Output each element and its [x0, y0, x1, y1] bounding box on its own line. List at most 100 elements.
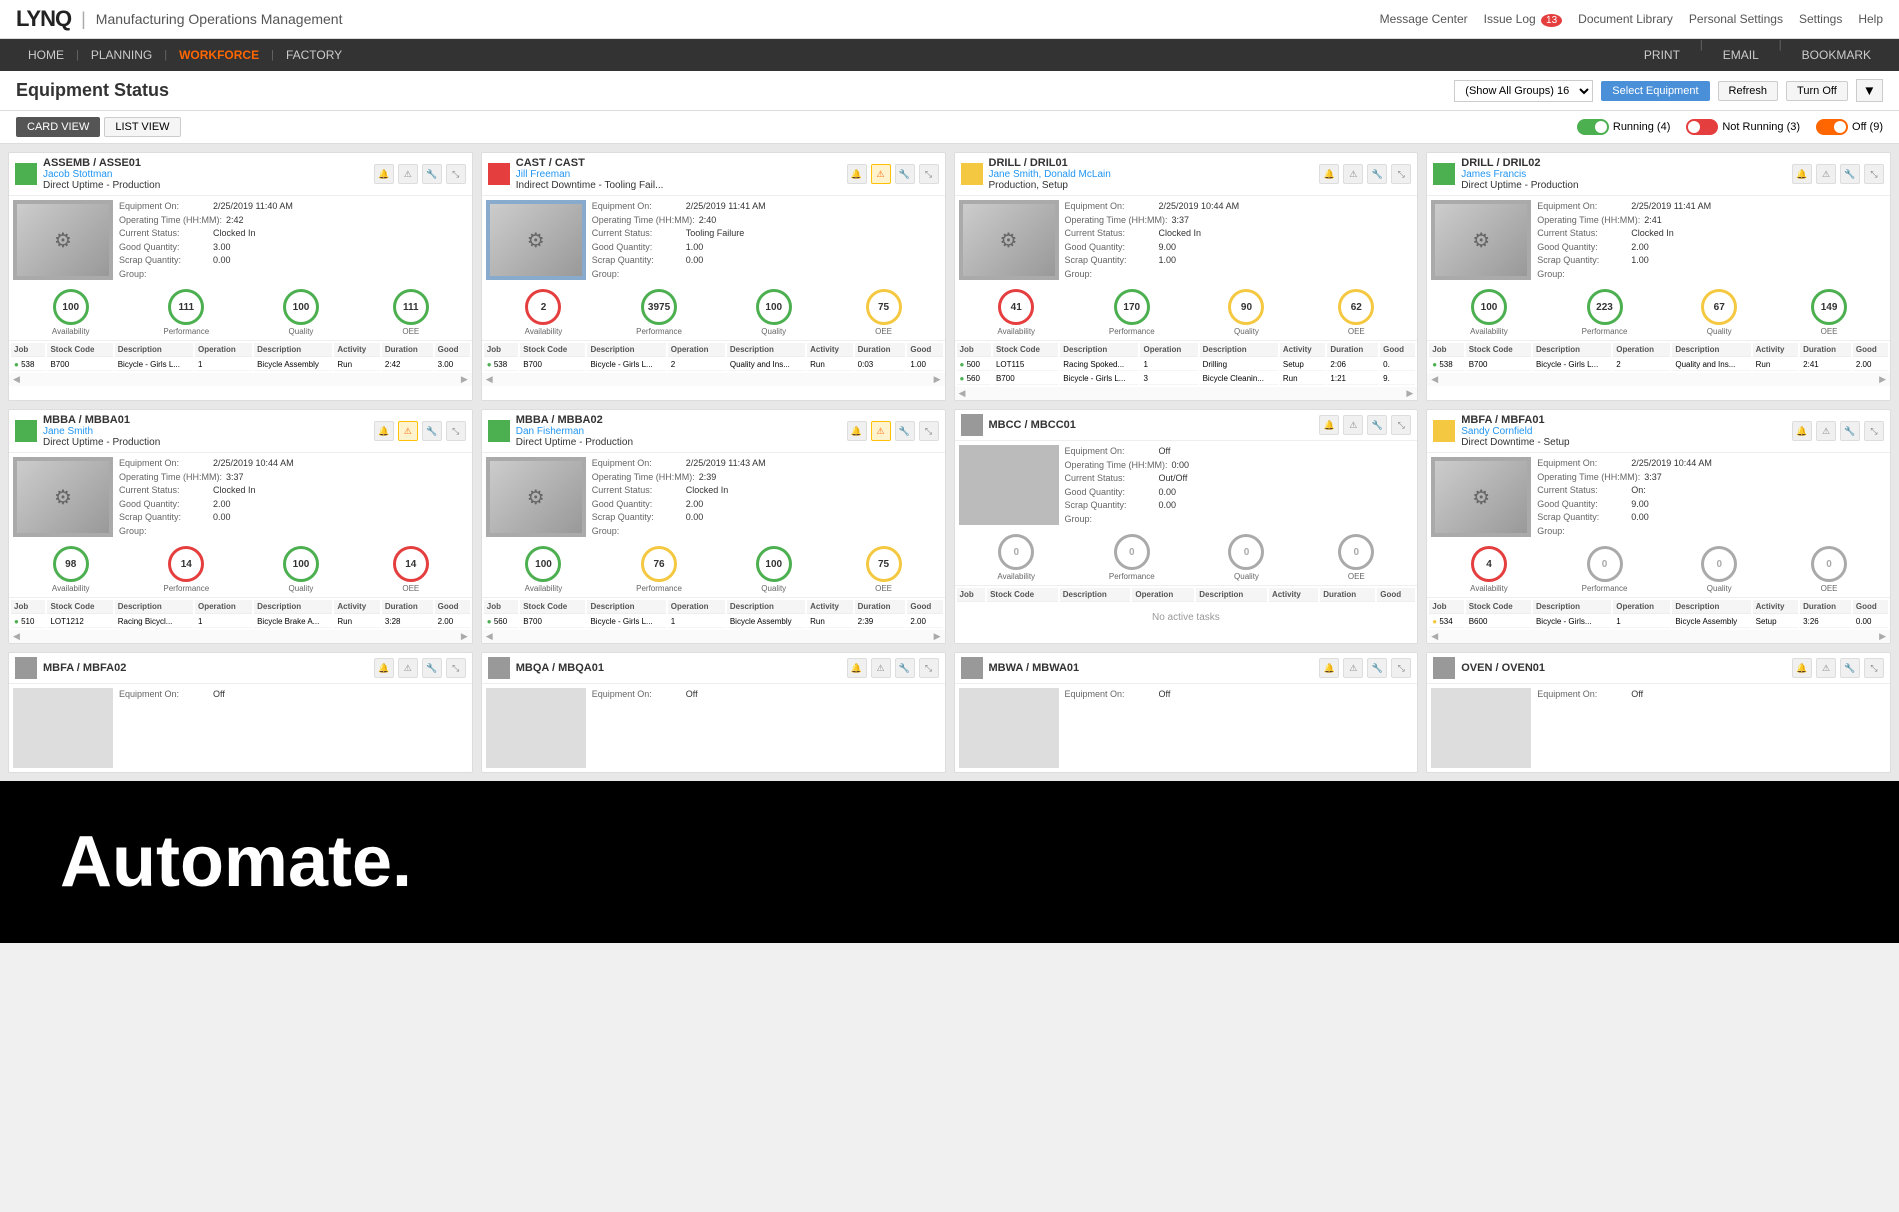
alert-icon[interactable]: ⚠	[1343, 164, 1363, 184]
metrics-row: 4 Availability 0 Performance 0 Quality	[1427, 542, 1890, 597]
bell-icon[interactable]: 🔔	[374, 421, 394, 441]
list-view-button[interactable]: LIST VIEW	[104, 117, 180, 137]
tool-icon[interactable]: 🔧	[1840, 164, 1860, 184]
th-duration: Duration	[1800, 343, 1851, 357]
tool-icon[interactable]: 🔧	[895, 421, 915, 441]
bottom-section: Automate.	[0, 781, 1899, 943]
bell-icon[interactable]: 🔔	[1792, 164, 1812, 184]
personal-settings-link[interactable]: Personal Settings	[1689, 12, 1783, 26]
card-operator[interactable]: Jane Smith	[43, 426, 368, 437]
equipment-card-drill-dril02[interactable]: DRILL / DRIL02 James Francis Direct Upti…	[1426, 152, 1891, 401]
alert-icon[interactable]: ⚠	[1343, 415, 1363, 435]
expand-icon[interactable]: ⤡	[919, 164, 939, 184]
equipment-card-oven-oven01[interactable]: OVEN / OVEN01 🔔 ⚠ 🔧 ⤡ Equipment On:Off	[1426, 652, 1891, 773]
tool-icon[interactable]: 🔧	[895, 164, 915, 184]
tool-icon[interactable]: 🔧	[422, 421, 442, 441]
card-icons: 🔔 ⚠ 🔧 ⤡	[374, 421, 466, 441]
bell-icon[interactable]: 🔔	[847, 421, 867, 441]
alert-icon[interactable]: ⚠	[871, 658, 891, 678]
alert-icon[interactable]: ⚠	[398, 164, 418, 184]
nav-home[interactable]: HOME	[16, 39, 76, 71]
expand-icon[interactable]: ⤡	[1391, 164, 1411, 184]
equipment-card-mbba-mbba01[interactable]: MBBA / MBBA01 Jane Smith Direct Uptime -…	[8, 409, 473, 644]
tool-icon[interactable]: 🔧	[1840, 421, 1860, 441]
equipment-card-mbfa-mbfa02[interactable]: MBFA / MBFA02 🔔 ⚠ 🔧 ⤡ Equipment On:Off	[8, 652, 473, 773]
equipment-card-mbqa-mbqa01[interactable]: MBQA / MBQA01 🔔 ⚠ 🔧 ⤡ Equipment On:Off	[481, 652, 946, 773]
alert-icon[interactable]: ⚠	[871, 164, 891, 184]
card-operator[interactable]: Jill Freeman	[516, 169, 841, 180]
expand-icon[interactable]: ⤡	[446, 658, 466, 678]
alert-icon[interactable]: ⚠	[398, 421, 418, 441]
card-operator[interactable]: Jacob Stottman	[43, 169, 368, 180]
not-running-toggle[interactable]	[1686, 119, 1718, 135]
expand-icon[interactable]: ⤡	[1864, 164, 1884, 184]
alert-icon[interactable]: ⚠	[1343, 658, 1363, 678]
select-equipment-button[interactable]: Select Equipment	[1601, 81, 1709, 101]
tool-icon[interactable]: 🔧	[1840, 658, 1860, 678]
equipment-card-mbwa-mbwa01[interactable]: MBWA / MBWA01 🔔 ⚠ 🔧 ⤡ Equipment On:Off	[954, 652, 1419, 773]
metric-label-availability: Availability	[1470, 327, 1508, 336]
alert-icon[interactable]: ⚠	[1816, 421, 1836, 441]
alert-icon[interactable]: ⚠	[1816, 658, 1836, 678]
tool-icon[interactable]: 🔧	[895, 658, 915, 678]
nav-bookmark[interactable]: BOOKMARK	[1790, 39, 1883, 71]
nav-planning[interactable]: PLANNING	[79, 39, 164, 71]
expand-icon[interactable]: ⤡	[1391, 658, 1411, 678]
refresh-button[interactable]: Refresh	[1718, 81, 1779, 101]
card-view-button[interactable]: CARD VIEW	[16, 117, 100, 137]
card-eq-name: OVEN / OVEN01	[1461, 662, 1786, 674]
nav-email[interactable]: EMAIL	[1711, 39, 1771, 71]
running-toggle[interactable]	[1577, 119, 1609, 135]
card-operator[interactable]: James Francis	[1461, 169, 1786, 180]
equipment-card-drill-dril01[interactable]: DRILL / DRIL01 Jane Smith, Donald McLain…	[954, 152, 1419, 401]
turn-off-dropdown[interactable]: ▼	[1856, 79, 1883, 102]
groups-select[interactable]: (Show All Groups) 16	[1454, 80, 1593, 102]
help-link[interactable]: Help	[1858, 12, 1883, 26]
metric-availability: 4 Availability	[1470, 546, 1508, 593]
equipment-card-mbcc-mbcc01[interactable]: MBCC / MBCC01 🔔 ⚠ 🔧 ⤡ Equipment On:Off O…	[954, 409, 1419, 644]
bell-icon[interactable]: 🔔	[374, 164, 394, 184]
card-eq-name: DRILL / DRIL02	[1461, 157, 1786, 169]
bell-icon[interactable]: 🔔	[1792, 421, 1812, 441]
equipment-card-mbfa-mbfa01[interactable]: MBFA / MBFA01 Sandy Cornfield Direct Dow…	[1426, 409, 1891, 644]
document-library-link[interactable]: Document Library	[1578, 12, 1673, 26]
expand-icon[interactable]: ⤡	[446, 164, 466, 184]
card-operator[interactable]: Sandy Cornfield	[1461, 426, 1786, 437]
off-toggle[interactable]	[1816, 119, 1848, 135]
th-stockcode: Stock Code	[47, 343, 112, 357]
equipment-card-mbba-mbba02[interactable]: MBBA / MBBA02 Dan Fisherman Direct Uptim…	[481, 409, 946, 644]
expand-icon[interactable]: ⤡	[1391, 415, 1411, 435]
bell-icon[interactable]: 🔔	[1319, 415, 1339, 435]
nav-print[interactable]: PRINT	[1632, 39, 1692, 71]
settings-link[interactable]: Settings	[1799, 12, 1842, 26]
bell-icon[interactable]: 🔔	[374, 658, 394, 678]
card-icons: 🔔 ⚠ 🔧 ⤡	[1319, 164, 1411, 184]
nav-factory[interactable]: FACTORY	[274, 39, 354, 71]
bell-icon[interactable]: 🔔	[1792, 658, 1812, 678]
bell-icon[interactable]: 🔔	[847, 658, 867, 678]
tool-icon[interactable]: 🔧	[1367, 415, 1387, 435]
expand-icon[interactable]: ⤡	[1864, 658, 1884, 678]
issue-log-link[interactable]: Issue Log 13	[1484, 12, 1563, 26]
turn-off-button[interactable]: Turn Off	[1786, 81, 1848, 101]
tool-icon[interactable]: 🔧	[1367, 658, 1387, 678]
expand-icon[interactable]: ⤡	[1864, 421, 1884, 441]
card-operator[interactable]: Jane Smith, Donald McLain	[989, 169, 1314, 180]
bell-icon[interactable]: 🔔	[1319, 658, 1339, 678]
equipment-card-cast-cast[interactable]: CAST / CAST Jill Freeman Indirect Downti…	[481, 152, 946, 401]
tool-icon[interactable]: 🔧	[422, 164, 442, 184]
bell-icon[interactable]: 🔔	[1319, 164, 1339, 184]
expand-icon[interactable]: ⤡	[919, 421, 939, 441]
bell-icon[interactable]: 🔔	[847, 164, 867, 184]
equipment-card-assemb-asse01[interactable]: ASSEMB / ASSE01 Jacob Stottman Direct Up…	[8, 152, 473, 401]
alert-icon[interactable]: ⚠	[871, 421, 891, 441]
expand-icon[interactable]: ⤡	[919, 658, 939, 678]
alert-icon[interactable]: ⚠	[1816, 164, 1836, 184]
tool-icon[interactable]: 🔧	[422, 658, 442, 678]
expand-icon[interactable]: ⤡	[446, 421, 466, 441]
alert-icon[interactable]: ⚠	[398, 658, 418, 678]
tool-icon[interactable]: 🔧	[1367, 164, 1387, 184]
message-center-link[interactable]: Message Center	[1380, 12, 1468, 26]
card-operator[interactable]: Dan Fisherman	[516, 426, 841, 437]
nav-workforce[interactable]: WORKFORCE	[167, 39, 271, 71]
